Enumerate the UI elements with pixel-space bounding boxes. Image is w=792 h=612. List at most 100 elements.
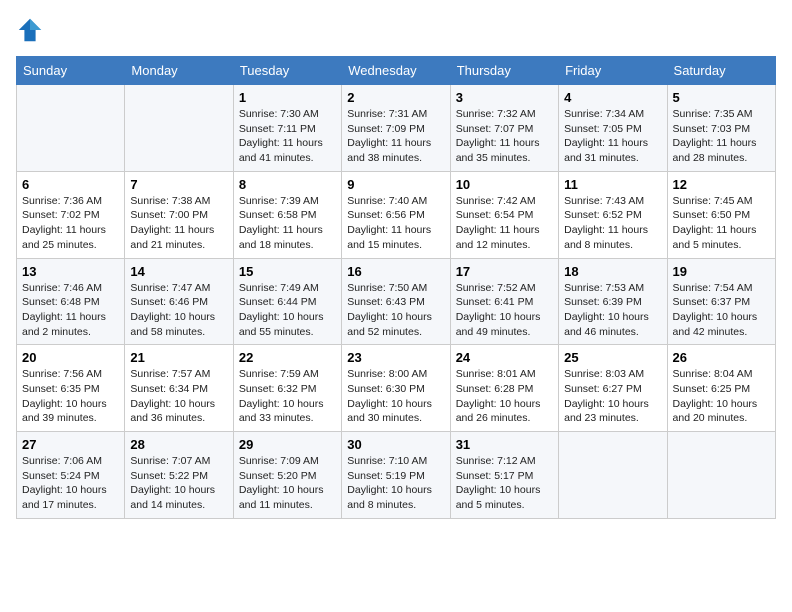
logo [16,16,48,44]
weekday-header: Monday [125,57,233,85]
day-info: Sunrise: 7:56 AM Sunset: 6:35 PM Dayligh… [22,367,119,426]
day-info: Sunrise: 7:47 AM Sunset: 6:46 PM Dayligh… [130,281,227,340]
calendar-cell: 16 Sunrise: 7:50 AM Sunset: 6:43 PM Dayli… [342,258,450,345]
calendar-cell: 10Sunrise: 7:42 AM Sunset: 6:54 PM Dayli… [450,171,558,258]
day-info: Sunrise: 7:34 AM Sunset: 7:05 PM Dayligh… [564,107,661,166]
calendar-cell: 7Sunrise: 7:38 AM Sunset: 7:00 PM Daylig… [125,171,233,258]
day-info: Sunrise: 7:31 AM Sunset: 7:09 PM Dayligh… [347,107,444,166]
day-info: Sunrise: 7:42 AM Sunset: 6:54 PM Dayligh… [456,194,553,253]
calendar-week-row: 1 Sunrise: 7:30 AM Sunset: 7:11 PM Daylig… [17,85,776,172]
day-number: 27 [22,437,119,452]
calendar-cell: 13 Sunrise: 7:46 AM Sunset: 6:48 PM Dayli… [17,258,125,345]
day-number: 12 [673,177,770,192]
calendar-cell: 15Sunrise: 7:49 AM Sunset: 6:44 PM Dayli… [233,258,341,345]
calendar-cell [559,432,667,519]
calendar-week-row: 6Sunrise: 7:36 AM Sunset: 7:02 PM Daylig… [17,171,776,258]
day-number: 30 [347,437,444,452]
day-number: 14 [130,264,227,279]
day-info: Sunrise: 7:36 AM Sunset: 7:02 PM Dayligh… [22,194,119,253]
calendar-cell: 26Sunrise: 8:04 AM Sunset: 6:25 PM Dayli… [667,345,775,432]
day-number: 26 [673,350,770,365]
day-number: 29 [239,437,336,452]
calendar-cell: 12 Sunrise: 7:45 AM Sunset: 6:50 PM Dayli… [667,171,775,258]
day-info: Sunrise: 7:46 AM Sunset: 6:48 PM Dayligh… [22,281,119,340]
calendar-cell: 11Sunrise: 7:43 AM Sunset: 6:52 PM Dayli… [559,171,667,258]
day-info: Sunrise: 7:52 AM Sunset: 6:41 PM Dayligh… [456,281,553,340]
calendar-cell: 28Sunrise: 7:07 AM Sunset: 5:22 PM Dayli… [125,432,233,519]
day-info: Sunrise: 8:03 AM Sunset: 6:27 PM Dayligh… [564,367,661,426]
weekday-row: SundayMondayTuesdayWednesdayThursdayFrid… [17,57,776,85]
day-info: Sunrise: 7:39 AM Sunset: 6:58 PM Dayligh… [239,194,336,253]
calendar-cell: 31 Sunrise: 7:12 AM Sunset: 5:17 PM Dayli… [450,432,558,519]
day-info: Sunrise: 7:35 AM Sunset: 7:03 PM Dayligh… [673,107,770,166]
day-number: 3 [456,90,553,105]
calendar-cell: 5 Sunrise: 7:35 AM Sunset: 7:03 PM Daylig… [667,85,775,172]
day-number: 20 [22,350,119,365]
weekday-header: Saturday [667,57,775,85]
day-number: 24 [456,350,553,365]
calendar-cell [17,85,125,172]
page-header [16,16,776,44]
calendar-table: SundayMondayTuesdayWednesdayThursdayFrid… [16,56,776,519]
day-number: 23 [347,350,444,365]
day-number: 5 [673,90,770,105]
day-number: 17 [456,264,553,279]
day-info: Sunrise: 7:32 AM Sunset: 7:07 PM Dayligh… [456,107,553,166]
day-number: 19 [673,264,770,279]
day-number: 16 [347,264,444,279]
calendar-cell: 14 Sunrise: 7:47 AM Sunset: 6:46 PM Dayli… [125,258,233,345]
day-number: 1 [239,90,336,105]
calendar-cell [125,85,233,172]
day-info: Sunrise: 7:50 AM Sunset: 6:43 PM Dayligh… [347,281,444,340]
day-info: Sunrise: 7:54 AM Sunset: 6:37 PM Dayligh… [673,281,770,340]
calendar-cell: 19 Sunrise: 7:54 AM Sunset: 6:37 PM Dayli… [667,258,775,345]
calendar-week-row: 20 Sunrise: 7:56 AM Sunset: 6:35 PM Dayli… [17,345,776,432]
calendar-cell: 9 Sunrise: 7:40 AM Sunset: 6:56 PM Daylig… [342,171,450,258]
day-number: 22 [239,350,336,365]
day-number: 4 [564,90,661,105]
calendar-cell: 3 Sunrise: 7:32 AM Sunset: 7:07 PM Daylig… [450,85,558,172]
day-info: Sunrise: 7:30 AM Sunset: 7:11 PM Dayligh… [239,107,336,166]
day-number: 2 [347,90,444,105]
calendar-cell: 24Sunrise: 8:01 AM Sunset: 6:28 PM Dayli… [450,345,558,432]
day-info: Sunrise: 8:00 AM Sunset: 6:30 PM Dayligh… [347,367,444,426]
calendar-cell: 30 Sunrise: 7:10 AM Sunset: 5:19 PM Dayli… [342,432,450,519]
calendar-cell: 23 Sunrise: 8:00 AM Sunset: 6:30 PM Dayli… [342,345,450,432]
weekday-header: Friday [559,57,667,85]
weekday-header: Wednesday [342,57,450,85]
day-number: 21 [130,350,227,365]
weekday-header: Thursday [450,57,558,85]
logo-icon [16,16,44,44]
day-info: Sunrise: 7:53 AM Sunset: 6:39 PM Dayligh… [564,281,661,340]
day-number: 31 [456,437,553,452]
calendar-cell: 17 Sunrise: 7:52 AM Sunset: 6:41 PM Dayli… [450,258,558,345]
calendar-cell: 18Sunrise: 7:53 AM Sunset: 6:39 PM Dayli… [559,258,667,345]
calendar-cell: 22Sunrise: 7:59 AM Sunset: 6:32 PM Dayli… [233,345,341,432]
weekday-header: Sunday [17,57,125,85]
weekday-header: Tuesday [233,57,341,85]
calendar-week-row: 27Sunrise: 7:06 AM Sunset: 5:24 PM Dayli… [17,432,776,519]
day-info: Sunrise: 7:38 AM Sunset: 7:00 PM Dayligh… [130,194,227,253]
calendar-body: 1 Sunrise: 7:30 AM Sunset: 7:11 PM Daylig… [17,85,776,519]
calendar-cell [667,432,775,519]
day-info: Sunrise: 7:09 AM Sunset: 5:20 PM Dayligh… [239,454,336,513]
day-number: 13 [22,264,119,279]
calendar-header: SundayMondayTuesdayWednesdayThursdayFrid… [17,57,776,85]
day-number: 11 [564,177,661,192]
day-info: Sunrise: 7:10 AM Sunset: 5:19 PM Dayligh… [347,454,444,513]
calendar-cell: 6Sunrise: 7:36 AM Sunset: 7:02 PM Daylig… [17,171,125,258]
day-info: Sunrise: 7:57 AM Sunset: 6:34 PM Dayligh… [130,367,227,426]
calendar-cell: 20 Sunrise: 7:56 AM Sunset: 6:35 PM Dayli… [17,345,125,432]
day-info: Sunrise: 7:45 AM Sunset: 6:50 PM Dayligh… [673,194,770,253]
day-info: Sunrise: 7:12 AM Sunset: 5:17 PM Dayligh… [456,454,553,513]
calendar-cell: 21 Sunrise: 7:57 AM Sunset: 6:34 PM Dayli… [125,345,233,432]
calendar-cell: 8Sunrise: 7:39 AM Sunset: 6:58 PM Daylig… [233,171,341,258]
day-info: Sunrise: 7:49 AM Sunset: 6:44 PM Dayligh… [239,281,336,340]
calendar-cell: 4 Sunrise: 7:34 AM Sunset: 7:05 PM Daylig… [559,85,667,172]
day-info: Sunrise: 7:40 AM Sunset: 6:56 PM Dayligh… [347,194,444,253]
day-number: 9 [347,177,444,192]
calendar-week-row: 13 Sunrise: 7:46 AM Sunset: 6:48 PM Dayli… [17,258,776,345]
calendar-cell: 27Sunrise: 7:06 AM Sunset: 5:24 PM Dayli… [17,432,125,519]
day-number: 28 [130,437,227,452]
calendar-cell: 1 Sunrise: 7:30 AM Sunset: 7:11 PM Daylig… [233,85,341,172]
